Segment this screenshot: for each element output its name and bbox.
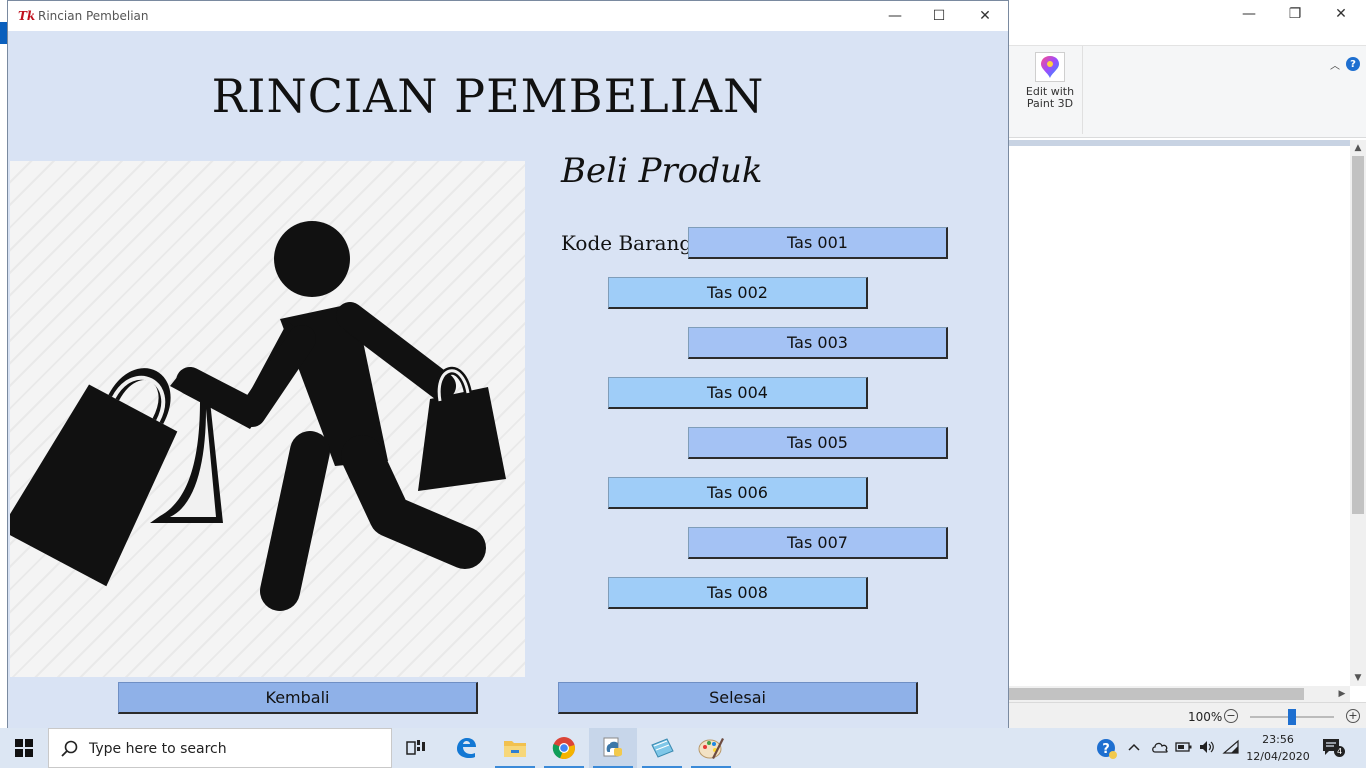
clock-time: 23:56	[1262, 733, 1294, 746]
notepad-icon[interactable]	[638, 728, 686, 768]
minimize-button[interactable]: —	[872, 1, 918, 31]
product-button-tas-006[interactable]: Tas 006	[608, 477, 868, 509]
product-button-tas-003[interactable]: Tas 003	[688, 327, 948, 359]
product-button-tas-005[interactable]: Tas 005	[688, 427, 948, 459]
paint-ribbon: ︿ ? Edit with Paint 3D	[1008, 30, 1366, 138]
edit-with-paint3d-button[interactable]: Edit with Paint 3D	[1022, 50, 1078, 114]
search-icon	[61, 740, 78, 757]
zoom-in-button[interactable]: +	[1346, 709, 1360, 723]
window-titlebar: Tk Rincian Pembelian — ☐ ✕	[8, 1, 1008, 31]
window-title: Rincian Pembelian	[38, 9, 149, 23]
product-button-tas-007[interactable]: Tas 007	[688, 527, 948, 559]
zoom-out-button[interactable]: −	[1224, 709, 1238, 723]
horizontal-scrollbar[interactable]: ▶	[1008, 686, 1350, 702]
paint-minimize-button[interactable]: —	[1226, 0, 1272, 28]
paint-canvas[interactable]	[1008, 140, 1350, 686]
task-view-icon[interactable]	[392, 728, 440, 768]
scroll-up-icon[interactable]: ▲	[1350, 140, 1366, 156]
help-icon[interactable]: ?	[1346, 57, 1360, 71]
onedrive-icon[interactable]	[1151, 741, 1169, 757]
kode-barang-label: Kode Barang	[561, 231, 693, 255]
kembali-button[interactable]: Kembali	[118, 682, 478, 714]
file-explorer-icon[interactable]	[491, 728, 539, 768]
shopper-illustration	[10, 161, 525, 677]
product-button-tas-008[interactable]: Tas 008	[608, 577, 868, 609]
paint-statusbar: 100% − +	[1008, 702, 1366, 728]
zoom-slider-thumb[interactable]	[1288, 709, 1296, 725]
scroll-down-icon[interactable]: ▼	[1350, 670, 1366, 686]
scroll-right-icon[interactable]: ▶	[1334, 686, 1350, 702]
product-button-tas-004[interactable]: Tas 004	[608, 377, 868, 409]
paint3d-icon	[1035, 52, 1065, 82]
paint-titlebar: — ❐ ✕	[1008, 0, 1366, 30]
close-button[interactable]: ✕	[962, 1, 1008, 31]
paint3d-label-2: Paint 3D	[1026, 97, 1074, 110]
start-button[interactable]	[0, 728, 48, 768]
battery-icon[interactable]	[1175, 741, 1193, 757]
notification-center-icon[interactable]: 4	[1322, 738, 1345, 758]
search-placeholder: Type here to search	[89, 741, 227, 757]
page-title: RINCIAN PEMBELIAN	[211, 69, 765, 123]
product-button-tas-001[interactable]: Tas 001	[688, 227, 948, 259]
vertical-scroll-thumb[interactable]	[1352, 156, 1364, 514]
shopper-with-bags-icon	[10, 221, 506, 611]
paint-icon[interactable]	[687, 728, 735, 768]
maximize-button[interactable]: ☐	[916, 1, 962, 31]
taskbar-search-box[interactable]: Type here to search	[48, 728, 392, 768]
product-button-tas-002[interactable]: Tas 002	[608, 277, 868, 309]
taskbar-clock[interactable]: 23:56 12/04/2020	[1244, 731, 1312, 765]
clock-date: 12/04/2020	[1246, 750, 1310, 763]
zoom-level: 100%	[1188, 710, 1223, 724]
taskbar: Type here to search ? 23:56 12/04/2020 4	[0, 728, 1366, 768]
python-icon[interactable]	[589, 728, 637, 768]
show-hidden-icons-icon[interactable]	[1128, 740, 1140, 756]
rincian-pembelian-window: Tk Rincian Pembelian — ☐ ✕ RINCIAN PEMBE…	[7, 0, 1009, 728]
help-tray-icon[interactable]: ?	[1096, 738, 1118, 764]
tk-logo-icon: Tk	[18, 9, 36, 23]
paint-window: — ❐ ✕ ︿ ? Edit with Paint 3D ▲ ▼ ▶ 100% …	[1008, 0, 1366, 728]
paint-close-button[interactable]: ✕	[1318, 0, 1364, 28]
edge-icon[interactable]	[442, 728, 490, 768]
ribbon-tab-strip	[1008, 30, 1366, 46]
selesai-button[interactable]: Selesai	[558, 682, 918, 714]
vertical-scrollbar[interactable]: ▲ ▼	[1350, 140, 1366, 686]
collapse-ribbon-icon[interactable]: ︿	[1330, 57, 1340, 72]
horizontal-scroll-thumb[interactable]	[1008, 688, 1304, 700]
svg-text:?: ?	[1102, 742, 1110, 757]
notification-badge: 4	[1334, 746, 1345, 757]
ribbon-separator	[1082, 46, 1083, 134]
wifi-icon[interactable]	[1222, 739, 1240, 759]
windows-logo-icon	[15, 739, 33, 757]
volume-icon[interactable]	[1198, 739, 1216, 759]
section-heading: Beli Produk	[561, 151, 763, 191]
paint-restore-button[interactable]: ❐	[1272, 0, 1318, 28]
chrome-icon[interactable]	[540, 728, 588, 768]
